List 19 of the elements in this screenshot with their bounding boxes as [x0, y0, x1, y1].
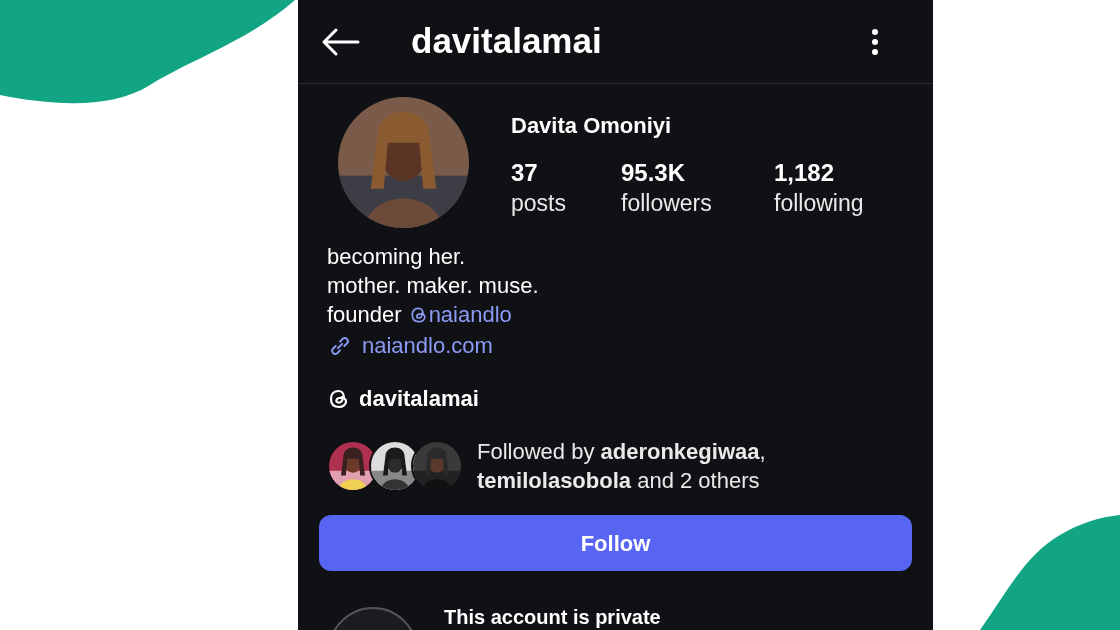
stat-count[interactable]: 1,182 [774, 158, 894, 188]
stat-count[interactable]: 95.3K [621, 158, 774, 188]
website-link[interactable]: naiandlo.com [327, 331, 933, 360]
display-name: Davita Omoniyi [511, 112, 673, 140]
follow-button[interactable]: Follow [319, 515, 912, 571]
mention-link[interactable]: naiandlo [408, 300, 512, 329]
stat-label[interactable]: followers [621, 188, 774, 218]
followed-by-text[interactable]: Followed by aderonkegiwaa, temilolasobola and 2 others [477, 437, 817, 495]
back-arrow-icon[interactable] [320, 26, 360, 57]
threads-badge[interactable]: davitalamai [327, 382, 933, 415]
stat-label[interactable]: following [774, 188, 894, 218]
bio-text: mother. maker. muse. [327, 272, 540, 300]
stat-label[interactable]: posts [511, 188, 621, 218]
bio-text: becoming her. [327, 243, 467, 271]
stat-count[interactable]: 37 [511, 158, 621, 188]
private-account-title: This account is private [444, 607, 661, 627]
profile-username: davitalamai [411, 20, 602, 63]
more-options-icon[interactable] [871, 27, 879, 56]
bio-text: founder [327, 301, 402, 329]
